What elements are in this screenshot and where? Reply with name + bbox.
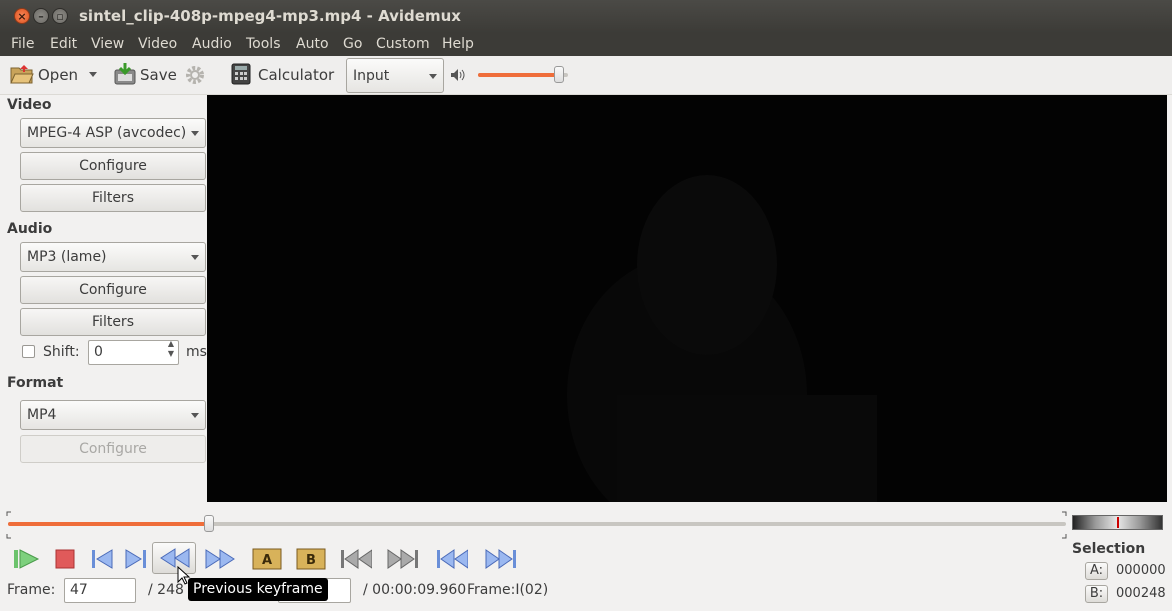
mouse-cursor-icon: [177, 566, 191, 585]
shift-input[interactable]: 0 ▲ ▼: [88, 339, 179, 365]
volume-fill: [478, 73, 559, 77]
menu-tools[interactable]: Tools: [246, 36, 281, 52]
audio-codec-value: MP3 (lame): [27, 249, 107, 265]
video-section-title: Video: [7, 97, 52, 113]
save-button[interactable]: Save: [140, 66, 177, 84]
menu-file[interactable]: File: [11, 36, 34, 52]
audio-meter-marker: [1117, 517, 1119, 528]
audio-meter: [1072, 515, 1163, 530]
audio-configure-button[interactable]: Configure: [20, 276, 206, 304]
previous-black-frame-icon[interactable]: [338, 544, 372, 574]
calculator-icon[interactable]: [231, 63, 251, 85]
video-configure-button[interactable]: Configure: [20, 152, 206, 180]
menu-edit[interactable]: Edit: [50, 36, 77, 52]
video-preview: [207, 95, 1167, 502]
selection-title: Selection: [1072, 541, 1146, 557]
selection-a-button[interactable]: A:: [1085, 562, 1108, 580]
calculator-button[interactable]: Calculator: [258, 66, 334, 84]
timeline-slider[interactable]: [8, 515, 1066, 532]
previous-frame-icon[interactable]: [86, 544, 120, 574]
speaker-icon: [451, 69, 465, 81]
chevron-down-icon: [191, 413, 199, 418]
maximize-icon[interactable]: ▫: [52, 8, 68, 24]
open-folder-icon[interactable]: [10, 63, 34, 85]
format-section-title: Format: [7, 375, 64, 391]
set-marker-a-icon[interactable]: A: [250, 544, 284, 574]
selection-b-button[interactable]: B:: [1085, 585, 1108, 603]
time-total: / 00:00:09.960: [363, 582, 467, 598]
frame-type: Frame:I(02): [467, 582, 549, 598]
menu-go[interactable]: Go: [343, 36, 362, 52]
frame-input[interactable]: 47: [64, 578, 136, 603]
audio-codec-select[interactable]: MP3 (lame): [20, 242, 206, 272]
svg-text:A: A: [262, 553, 272, 568]
volume-handle[interactable]: [554, 66, 564, 83]
video-filters-button[interactable]: Filters: [20, 184, 206, 212]
shift-checkbox[interactable]: [22, 345, 35, 358]
chevron-down-icon: [191, 255, 199, 260]
toolbar: Open Save Calculator Input: [0, 56, 1172, 95]
close-icon[interactable]: ×: [14, 8, 30, 24]
open-button[interactable]: Open: [38, 66, 78, 84]
svg-text:B: B: [306, 553, 316, 568]
save-icon[interactable]: [113, 62, 137, 86]
go-to-start-icon[interactable]: [434, 544, 468, 574]
menu-view[interactable]: View: [91, 36, 124, 52]
frame-value: 47: [70, 582, 88, 598]
format-value: MP4: [27, 407, 57, 423]
title-bar: × – ▫ sintel_clip-408p-mpeg4-mp3.mp4 - A…: [0, 0, 1172, 33]
frame-label: Frame:: [7, 582, 56, 598]
shift-value: 0: [94, 344, 103, 360]
shift-unit: ms: [186, 344, 207, 360]
timeline-handle[interactable]: [204, 515, 214, 532]
minimize-icon[interactable]: –: [33, 8, 49, 24]
audio-filters-button[interactable]: Filters: [20, 308, 206, 336]
tooltip: Previous keyframe: [188, 578, 328, 601]
format-configure-button[interactable]: Configure: [20, 435, 206, 463]
audio-section-title: Audio: [7, 221, 53, 237]
display-source-value: Input: [353, 68, 390, 84]
display-source-select[interactable]: Input: [346, 58, 444, 93]
next-black-frame-icon[interactable]: [384, 544, 418, 574]
open-dropdown-icon[interactable]: [88, 71, 98, 79]
menu-custom[interactable]: Custom: [376, 36, 430, 52]
menu-bar: File Edit View Video Audio Tools Auto Go…: [0, 33, 1172, 56]
next-frame-icon[interactable]: [118, 544, 152, 574]
menu-auto[interactable]: Auto: [296, 36, 329, 52]
video-codec-select[interactable]: MPEG-4 ASP (avcodec): [20, 118, 206, 148]
play-icon[interactable]: [10, 544, 44, 574]
window-title: sintel_clip-408p-mpeg4-mp3.mp4 - Avidemu…: [79, 7, 461, 25]
menu-audio[interactable]: Audio: [192, 36, 232, 52]
selection-b-value: 000248: [1116, 586, 1166, 601]
volume-slider[interactable]: [478, 66, 568, 83]
next-keyframe-icon[interactable]: [202, 544, 236, 574]
go-to-end-icon[interactable]: [482, 544, 516, 574]
gear-icon[interactable]: [184, 64, 206, 86]
stop-icon[interactable]: [50, 544, 84, 574]
spinner-icon[interactable]: ▲ ▼: [168, 339, 174, 359]
selection-a-value: 000000: [1116, 563, 1166, 578]
set-marker-b-icon[interactable]: B: [294, 544, 328, 574]
video-codec-value: MPEG-4 ASP (avcodec): [27, 125, 187, 141]
chevron-down-icon: [191, 131, 199, 136]
chevron-down-icon: [429, 74, 437, 79]
video-frame-image: [567, 175, 877, 502]
shift-label: Shift:: [43, 344, 80, 360]
format-select[interactable]: MP4: [20, 400, 206, 430]
menu-help[interactable]: Help: [442, 36, 474, 52]
menu-video[interactable]: Video: [138, 36, 177, 52]
timeline-fill: [8, 522, 209, 526]
